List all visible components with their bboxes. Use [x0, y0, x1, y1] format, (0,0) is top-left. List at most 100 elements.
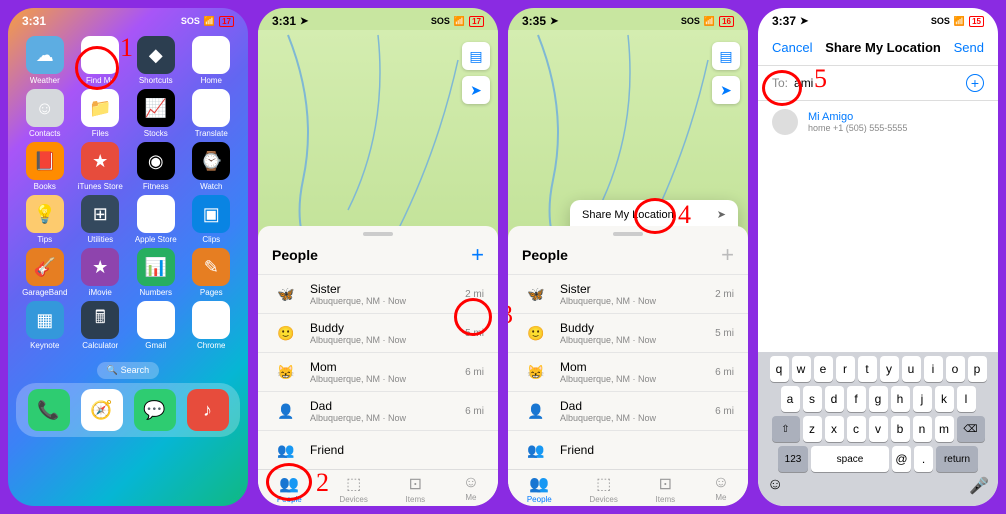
- key-i[interactable]: i: [924, 356, 943, 382]
- person-row[interactable]: 👤 Dad Albuquerque, NM · Now 6 mi: [508, 391, 748, 430]
- app-watch[interactable]: ⌚Watch: [185, 142, 239, 191]
- key-x[interactable]: x: [825, 416, 844, 442]
- app-clips[interactable]: ▣Clips: [185, 195, 239, 244]
- add-button[interactable]: +: [721, 242, 734, 268]
- key-s[interactable]: s: [803, 386, 822, 412]
- key-shift[interactable]: ⇧: [772, 416, 800, 442]
- people-sheet[interactable]: People + 🦋 Sister Albuquerque, NM · Now …: [258, 226, 498, 506]
- dock-app[interactable]: 💬: [134, 389, 176, 431]
- key-u[interactable]: u: [902, 356, 921, 382]
- app-translate[interactable]: 文Translate: [185, 89, 239, 138]
- app-chrome[interactable]: ◉Chrome: [185, 301, 239, 350]
- app-contacts[interactable]: ☺Contacts: [18, 89, 72, 138]
- mic-button[interactable]: 🎤: [969, 476, 989, 496]
- key-dot[interactable]: .: [914, 446, 933, 472]
- app-garageband[interactable]: 🎸GarageBand: [18, 248, 72, 297]
- app-tips[interactable]: 💡Tips: [18, 195, 72, 244]
- send-button[interactable]: Send: [954, 40, 984, 55]
- key-k[interactable]: k: [935, 386, 954, 412]
- to-field-row[interactable]: To: ami +: [758, 66, 998, 101]
- key-backspace[interactable]: ⌫: [957, 416, 985, 442]
- person-row[interactable]: 👥 Friend: [258, 430, 498, 469]
- app-home[interactable]: ⌂Home: [185, 36, 239, 85]
- key-l[interactable]: l: [957, 386, 976, 412]
- app-books[interactable]: 📕Books: [18, 142, 72, 191]
- tab-people[interactable]: 👥People: [277, 474, 302, 504]
- app-calculator[interactable]: 🖩Calculator: [74, 301, 128, 350]
- key-v[interactable]: v: [869, 416, 888, 442]
- add-button[interactable]: +: [471, 242, 484, 268]
- app-stocks[interactable]: 📈Stocks: [129, 89, 183, 138]
- sheet-grabber[interactable]: [613, 232, 643, 236]
- dock-app[interactable]: 📞: [28, 389, 70, 431]
- key-q[interactable]: q: [770, 356, 789, 382]
- app-shortcuts[interactable]: ◆Shortcuts: [129, 36, 183, 85]
- keyboard[interactable]: qwertyuiop asdfghjkl ⇧zxcvbnm⌫ 123 space…: [758, 352, 998, 506]
- map-locate-button[interactable]: ➤: [712, 76, 740, 104]
- person-row[interactable]: 🙂 Buddy Albuquerque, NM · Now 5 mi: [258, 313, 498, 352]
- tab-me[interactable]: ☺Me: [463, 474, 479, 504]
- app-fitness[interactable]: ◉Fitness: [129, 142, 183, 191]
- key-y[interactable]: y: [880, 356, 899, 382]
- key-e[interactable]: e: [814, 356, 833, 382]
- map-settings-button[interactable]: ▤: [462, 42, 490, 70]
- key-w[interactable]: w: [792, 356, 811, 382]
- key-at[interactable]: @: [892, 446, 911, 472]
- key-n[interactable]: n: [913, 416, 932, 442]
- app-gmail[interactable]: MGmail: [129, 301, 183, 350]
- key-z[interactable]: z: [803, 416, 822, 442]
- add-contact-button[interactable]: +: [966, 74, 984, 92]
- tab-people[interactable]: 👥People: [527, 474, 552, 504]
- tab-devices[interactable]: ⬚Devices: [589, 474, 617, 504]
- key-g[interactable]: g: [869, 386, 888, 412]
- app-pages[interactable]: ✎Pages: [185, 248, 239, 297]
- key-p[interactable]: p: [968, 356, 987, 382]
- contact-suggestion[interactable]: Mi Amigo home +1 (505) 555-5555: [758, 101, 998, 143]
- tab-devices[interactable]: ⬚Devices: [339, 474, 367, 504]
- person-row[interactable]: 👥 Friend: [508, 430, 748, 469]
- person-row[interactable]: 🦋 Sister Albuquerque, NM · Now 2 mi: [508, 274, 748, 313]
- map-settings-button[interactable]: ▤: [712, 42, 740, 70]
- key-h[interactable]: h: [891, 386, 910, 412]
- key-return[interactable]: return: [936, 446, 978, 472]
- people-sheet[interactable]: People + 🦋 Sister Albuquerque, NM · Now …: [508, 226, 748, 506]
- cancel-button[interactable]: Cancel: [772, 40, 812, 55]
- home-search[interactable]: 🔍 Search: [97, 362, 159, 379]
- app-numbers[interactable]: 📊Numbers: [129, 248, 183, 297]
- person-row[interactable]: 👤 Dad Albuquerque, NM · Now 6 mi: [258, 391, 498, 430]
- dock-app[interactable]: ♪: [187, 389, 229, 431]
- key-j[interactable]: j: [913, 386, 932, 412]
- person-row[interactable]: 😸 Mom Albuquerque, NM · Now 6 mi: [508, 352, 748, 391]
- emoji-button[interactable]: ☺: [767, 476, 783, 496]
- tab-me[interactable]: ☺Me: [713, 474, 729, 504]
- sheet-grabber[interactable]: [363, 232, 393, 236]
- key-b[interactable]: b: [891, 416, 910, 442]
- key-d[interactable]: d: [825, 386, 844, 412]
- app-files[interactable]: 📁Files: [74, 89, 128, 138]
- screen-findmy-people: 3:31 ➤ SOS 📶 17 ▤ ➤ People + 🦋 Sister Al…: [258, 8, 498, 506]
- app-weather[interactable]: ☁Weather: [18, 36, 72, 85]
- to-input[interactable]: ami: [794, 76, 966, 90]
- app-find-my[interactable]: ◎Find My: [74, 36, 128, 85]
- tab-items[interactable]: ⊡Items: [406, 474, 426, 504]
- key-space[interactable]: space: [811, 446, 889, 472]
- dock-app[interactable]: 🧭: [81, 389, 123, 431]
- key-r[interactable]: r: [836, 356, 855, 382]
- tab-items[interactable]: ⊡Items: [656, 474, 676, 504]
- key-f[interactable]: f: [847, 386, 866, 412]
- person-row[interactable]: 🦋 Sister Albuquerque, NM · Now 2 mi: [258, 274, 498, 313]
- app-itunes-store[interactable]: ★iTunes Store: [74, 142, 128, 191]
- person-row[interactable]: 😸 Mom Albuquerque, NM · Now 6 mi: [258, 352, 498, 391]
- app-imovie[interactable]: ★iMovie: [74, 248, 128, 297]
- person-row[interactable]: 🙂 Buddy Albuquerque, NM · Now 5 mi: [508, 313, 748, 352]
- key-a[interactable]: a: [781, 386, 800, 412]
- key-t[interactable]: t: [858, 356, 877, 382]
- key-m[interactable]: m: [935, 416, 954, 442]
- key-123[interactable]: 123: [778, 446, 808, 472]
- app-apple-store[interactable]: Apple Store: [129, 195, 183, 244]
- app-utilities[interactable]: ⊞Utilities: [74, 195, 128, 244]
- map-locate-button[interactable]: ➤: [462, 76, 490, 104]
- key-o[interactable]: o: [946, 356, 965, 382]
- app-keynote[interactable]: ▦Keynote: [18, 301, 72, 350]
- key-c[interactable]: c: [847, 416, 866, 442]
